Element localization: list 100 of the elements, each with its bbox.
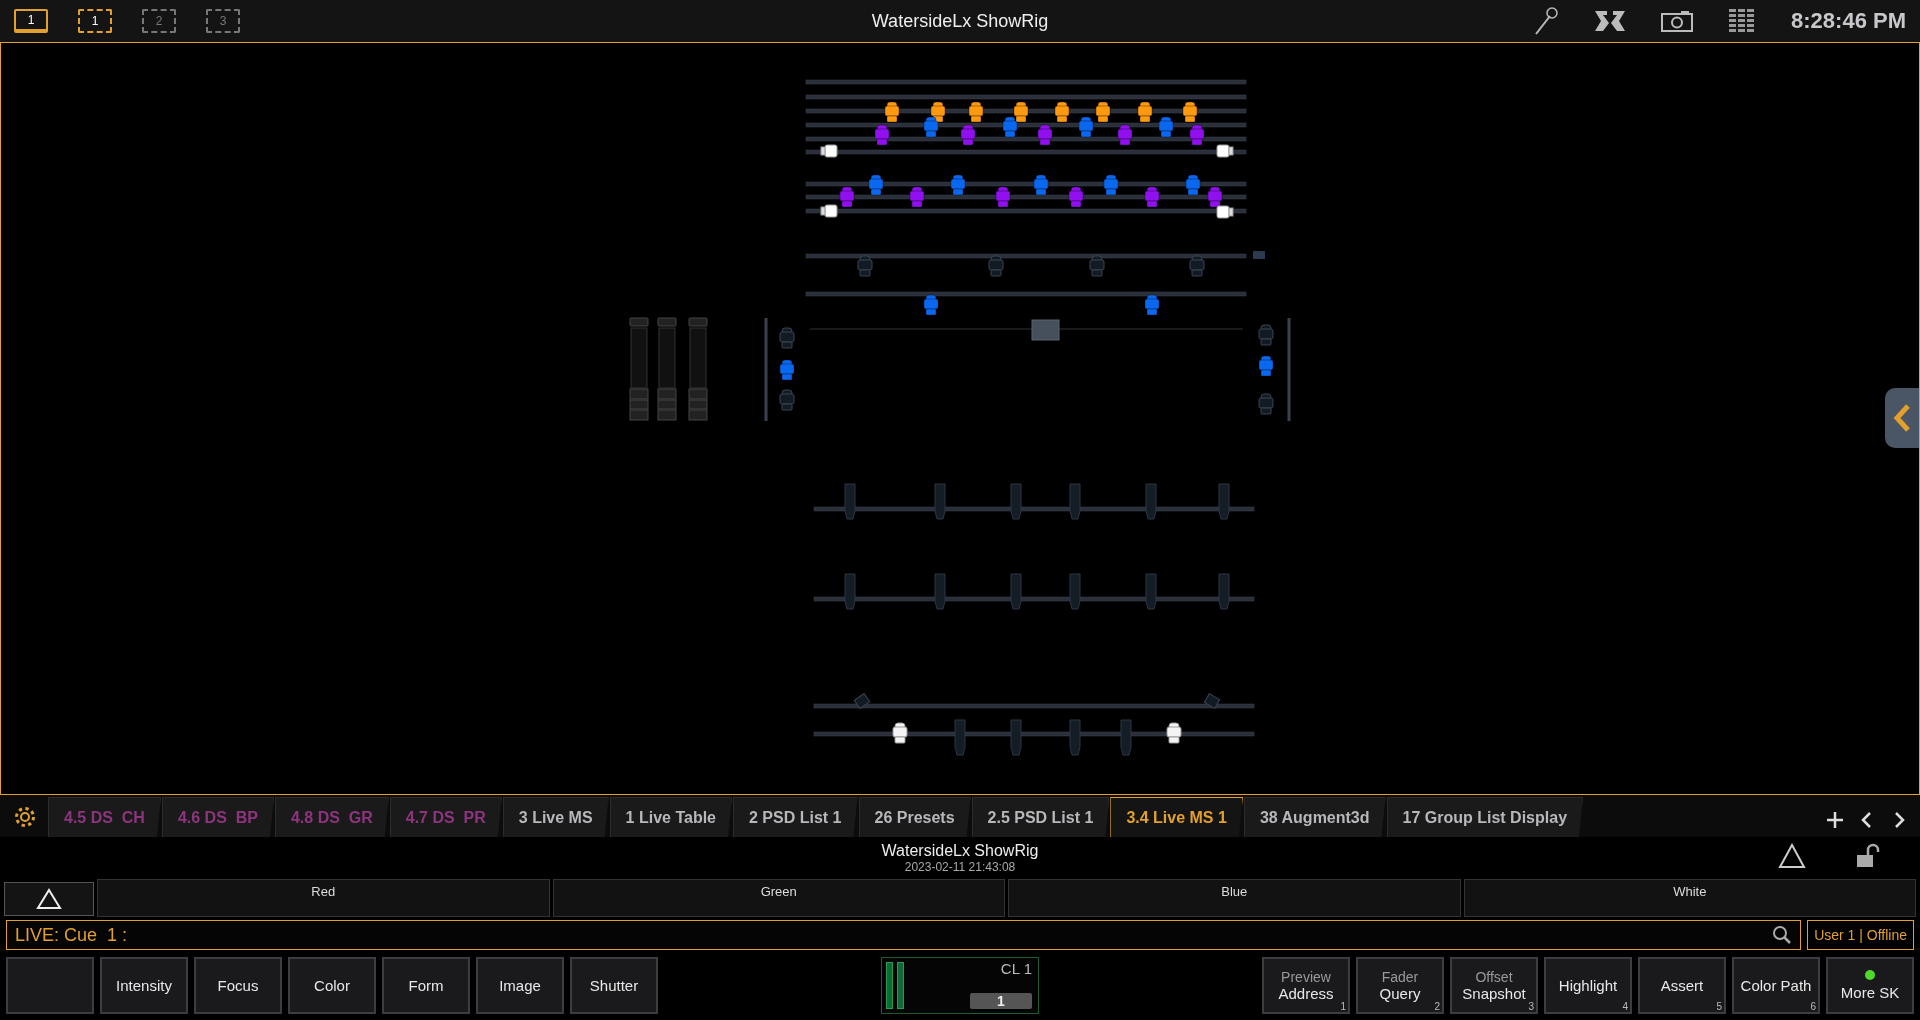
- view-tab[interactable]: 3.4 Live MS 1: [1110, 797, 1243, 837]
- display-button[interactable]: 1: [14, 9, 48, 33]
- view-tab[interactable]: 1 Live Table: [609, 797, 732, 837]
- fixture-icon: [934, 483, 946, 520]
- fixture-icon: [884, 101, 900, 123]
- search-icon[interactable]: [1772, 925, 1793, 945]
- view-tab[interactable]: 3 Live MS: [502, 797, 609, 837]
- fixture-icon: [960, 124, 976, 146]
- fixture-icon: [1218, 483, 1230, 520]
- command-line-text: LIVE: Cue 1 :: [15, 924, 129, 946]
- fixture-icon: [909, 186, 925, 208]
- add-icon[interactable]: [1826, 811, 1844, 829]
- fixture-icon: [1158, 116, 1174, 138]
- fixture-icon: [844, 483, 856, 520]
- softkey-button[interactable]: Color: [288, 957, 376, 1014]
- fixture-icon: [1218, 573, 1230, 610]
- fixture-icon: [779, 389, 795, 411]
- fixture-icon: [1185, 174, 1201, 196]
- workspace-button[interactable]: 1: [78, 9, 112, 33]
- fixture-icon: [934, 573, 946, 610]
- column-header: Green: [552, 879, 1005, 917]
- view-tab[interactable]: 2 PSD List 1: [733, 797, 858, 837]
- fixture-icon: [1137, 101, 1153, 123]
- cue-list-widget[interactable]: CL 1 1: [881, 957, 1039, 1014]
- fixture-icon: [1069, 719, 1081, 756]
- fixture-icon: [1189, 124, 1205, 146]
- chevron-left-icon: [1892, 403, 1912, 433]
- fixture-icon: [1095, 101, 1111, 123]
- column-header: Red: [97, 879, 550, 917]
- user-status: User 1 | Offline: [1807, 920, 1914, 950]
- fixture-icon: [1203, 693, 1221, 709]
- fixture-icon: [1120, 719, 1132, 756]
- fixture-icon: [1144, 294, 1160, 316]
- cue-list-label: CL 1: [1000, 960, 1032, 977]
- fixture-icon: [968, 101, 984, 123]
- side-panel-tab[interactable]: [1885, 388, 1919, 448]
- fixture-icon: [1103, 174, 1119, 196]
- fixture-icon: [892, 722, 908, 744]
- view-tab[interactable]: 2.5 PSD List 1: [971, 797, 1110, 837]
- fixture-icon: [1117, 124, 1133, 146]
- softkey-button[interactable]: More SK: [1826, 957, 1914, 1014]
- fixture-icon: [923, 116, 939, 138]
- fixture-icon: [1189, 255, 1205, 277]
- fixture-icon: [1089, 255, 1105, 277]
- fixture-icon: [1069, 573, 1081, 610]
- fixture-icon: [1258, 393, 1274, 415]
- softkey-button[interactable]: Form: [382, 957, 470, 1014]
- fixture-icon: [1010, 483, 1022, 520]
- fixture-icon: [1010, 573, 1022, 610]
- workspace-button[interactable]: 3: [206, 9, 240, 33]
- window-title: WatersideLx ShowRig: [871, 10, 1049, 31]
- fixture-icon: [1258, 324, 1274, 346]
- softkey-button[interactable]: Highlight 4: [1544, 957, 1632, 1014]
- clock-time: 8:28:46 PM: [1791, 8, 1906, 34]
- workspace-button[interactable]: 2: [142, 9, 176, 33]
- softkey-button[interactable]: Focus: [194, 957, 282, 1014]
- fixture-icon: [1069, 483, 1081, 520]
- fixture-icon: [995, 186, 1011, 208]
- fixture-icon: [1054, 101, 1070, 123]
- fixture-icon: [1078, 116, 1094, 138]
- triangle-icon[interactable]: [1778, 843, 1806, 869]
- column-header: White: [1463, 879, 1916, 917]
- view-tab[interactable]: 17 Group List Display: [1386, 797, 1584, 837]
- fixture-icon: [1145, 573, 1157, 610]
- fixture-icon: [857, 255, 873, 277]
- fixture-icon: [1144, 186, 1160, 208]
- softkey-button[interactable]: Color Path 6: [1732, 957, 1820, 1014]
- fixture-icon: [868, 174, 884, 196]
- fixture-icon: [1010, 719, 1022, 756]
- camera-icon[interactable]: [1661, 10, 1694, 32]
- fixture-icon: [1002, 116, 1018, 138]
- fixture-icon: [1258, 355, 1274, 377]
- cue-number: 1: [970, 993, 1032, 1009]
- triangle-button[interactable]: [4, 882, 94, 916]
- fixture-icon: [1145, 483, 1157, 520]
- show-date: 2023-02-11 21:43:08: [904, 860, 1016, 874]
- fixture-icon: [1216, 144, 1234, 158]
- softkey-button[interactable]: Fader Query 2: [1356, 957, 1444, 1014]
- fixture-icon: [923, 294, 939, 316]
- fixture-icon: [988, 255, 1004, 277]
- fixture-icon: [1013, 101, 1029, 123]
- unlock-icon[interactable]: [1854, 843, 1880, 869]
- view-tab[interactable]: 26 Presets: [858, 797, 971, 837]
- view-tab[interactable]: 38 Augment3d: [1243, 797, 1386, 837]
- softkey-button[interactable]: Shutter: [570, 957, 658, 1014]
- command-line-field[interactable]: LIVE: Cue 1 :: [6, 920, 1802, 950]
- fixture-icon: [1068, 186, 1084, 208]
- softkey-button[interactable]: Preview Address 1: [1262, 957, 1350, 1014]
- fixture-icon: [874, 124, 890, 146]
- fixture-icon: [779, 327, 795, 349]
- wand-icon[interactable]: [1533, 6, 1560, 36]
- fixture-icon: [950, 174, 966, 196]
- fixture-icon: [1033, 174, 1049, 196]
- softkey-button[interactable]: Intensity: [100, 957, 188, 1014]
- fixture-icon: [844, 573, 856, 610]
- fixture-icon: [1166, 722, 1182, 744]
- softkey-button[interactable]: Image: [476, 957, 564, 1014]
- softkey-button[interactable]: Assert 5: [1638, 957, 1726, 1014]
- softkey-button[interactable]: Offset Snapshot 3: [1450, 957, 1538, 1014]
- show-title: WatersideLx ShowRig: [881, 842, 1039, 860]
